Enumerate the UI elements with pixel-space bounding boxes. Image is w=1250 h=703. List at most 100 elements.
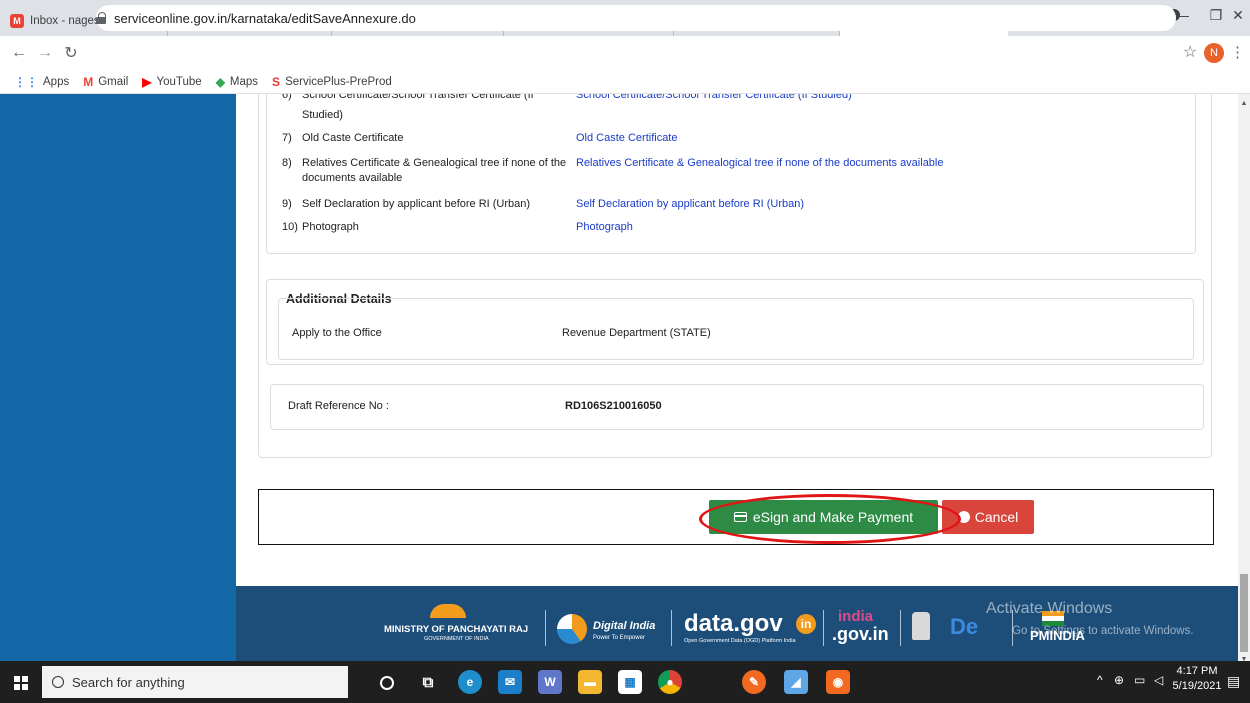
document-name-text: Photograph: [302, 221, 359, 233]
panchayati-emblem-icon: [430, 604, 466, 618]
tray-volume-icon[interactable]: ◁: [1154, 673, 1163, 687]
bookmarks-bar: ⋮⋮ Apps M Gmail ▶ YouTube ◆ Maps S ServicePlus-Pr…: [0, 70, 1250, 94]
indiagov-top[interactable]: india: [838, 608, 873, 625]
datagov-in-icon: in: [796, 614, 816, 634]
task-view-icon[interactable]: ⧉: [416, 670, 440, 694]
notifications-icon[interactable]: ▤: [1227, 673, 1240, 690]
card-icon: [733, 512, 747, 522]
taskbar-search-input[interactable]: Search for anything: [42, 666, 348, 698]
document-row: 8) Relatives Certificate & Genealogical t…: [282, 156, 944, 184]
cortana-icon[interactable]: [380, 676, 394, 690]
footer-separator: [545, 610, 546, 646]
indiagov-logo[interactable]: .gov.in: [832, 624, 889, 645]
document-name: Relatives Certificate & Genealogical tre…: [302, 156, 582, 186]
panchayati-raj-logo[interactable]: MINISTRY OF PANCHAYATI RAJ: [384, 624, 528, 635]
bookmark-item[interactable]: S ServicePlus-PreProd: [272, 75, 392, 89]
bookmark-item[interactable]: ⋮⋮ Apps: [14, 75, 69, 89]
document-name-text: Relatives Certificate & Genealogical tre…: [302, 157, 567, 169]
bookmark-item[interactable]: ▶ YouTube: [142, 75, 201, 89]
app-icon[interactable]: W: [538, 670, 562, 694]
document-number: 10): [282, 221, 298, 233]
forward-icon[interactable]: →: [32, 44, 58, 62]
footer-separator: [823, 610, 824, 646]
apply-office-value: Revenue Department (STATE): [562, 327, 711, 339]
bookmark-icon: S: [272, 74, 281, 89]
cancel-button[interactable]: Cancel: [942, 500, 1034, 534]
bookmark-label: Maps: [229, 75, 259, 88]
datagov-sub: Open Government Data (OGD) Platform Indi…: [684, 638, 796, 644]
apply-office-label: Apply to the Office: [292, 327, 382, 339]
draft-reference-box: [270, 384, 1204, 430]
bookmark-icon: ▶: [142, 74, 152, 89]
document-name-text: Old Caste Certificate: [302, 132, 404, 144]
bookmark-label: YouTube: [156, 75, 202, 88]
document-row: 10) Photograph Photograph: [282, 220, 633, 235]
document-link[interactable]: Old Caste Certificate: [576, 131, 1176, 146]
document-link[interactable]: Relatives Certificate & Genealogical tre…: [576, 156, 1176, 171]
footer-separator: [900, 610, 901, 646]
bookmark-item[interactable]: ◆ Maps: [216, 75, 258, 89]
document-row: 7) Old Caste Certificate Old Caste Certifi…: [282, 131, 677, 146]
back-icon[interactable]: ←: [6, 44, 32, 62]
mail-icon[interactable]: ✉: [498, 670, 522, 694]
bookmark-icon: ◆: [215, 74, 225, 89]
bookmark-label: Gmail: [98, 75, 129, 88]
emblem-icon: [912, 612, 930, 640]
store-icon[interactable]: ▦: [618, 670, 642, 694]
document-name: Photograph: [302, 220, 582, 235]
tab-favicon-icon: M: [10, 14, 24, 28]
document-number: 7): [282, 132, 292, 144]
browser-toolbar: ← → ↻: [0, 36, 1250, 70]
draft-reference-label: Draft Reference No :: [288, 400, 389, 412]
panchayati-raj-sub: GOVERNMENT OF INDIA: [424, 636, 489, 642]
document-name: Old Caste Certificate: [302, 131, 582, 146]
dept-logo[interactable]: De: [950, 614, 978, 640]
browser-menu-icon[interactable]: ⋮: [1230, 43, 1245, 61]
document-link[interactable]: Photograph: [576, 220, 1176, 235]
address-bar[interactable]: serviceonline.gov.in/karnataka/editSaveA…: [96, 5, 1176, 31]
bookmark-icon: M: [83, 74, 94, 89]
bookmark-label: Apps: [43, 75, 70, 88]
app-orange-icon[interactable]: ✎: [742, 670, 766, 694]
lock-icon: [96, 12, 106, 24]
digital-india-logo[interactable]: Digital India: [593, 620, 655, 632]
document-row: 6) School Certificate/School Transfer Ce…: [282, 94, 852, 103]
digital-india-sub: Power To Empower: [593, 635, 645, 641]
document-number: 8): [282, 157, 292, 169]
digital-india-icon: [557, 614, 587, 644]
bookmark-item[interactable]: M Gmail: [83, 75, 128, 89]
windows-start-icon[interactable]: [14, 676, 28, 690]
file-explorer-icon[interactable]: ▬: [578, 670, 602, 694]
edge-icon[interactable]: e: [458, 670, 482, 694]
footer-separator: [671, 610, 672, 646]
cancel-icon: [957, 511, 970, 523]
esign-payment-button[interactable]: eSign and Make Payment: [709, 500, 938, 534]
app-camera-icon[interactable]: ◉: [826, 670, 850, 694]
draft-reference-value: RD106S210016050: [565, 400, 662, 412]
scroll-thumb[interactable]: [1240, 574, 1248, 652]
app-blue-icon[interactable]: ◢: [784, 670, 808, 694]
bookmark-star-icon[interactable]: ☆: [1183, 42, 1197, 62]
tray-network-icon[interactable]: ⊕: [1114, 673, 1124, 687]
reload-icon[interactable]: ↻: [58, 43, 84, 63]
search-icon: [52, 676, 64, 688]
document-number: 9): [282, 198, 292, 210]
bookmark-label: ServicePlus-PreProd: [285, 75, 392, 88]
scroll-up-icon[interactable]: ▲: [1238, 98, 1250, 110]
activate-windows-title: Activate Windows: [986, 600, 1113, 617]
document-link[interactable]: Self Declaration by applicant before RI …: [576, 197, 1176, 212]
additional-details-inner: [278, 298, 1194, 360]
tray-chevron-icon[interactable]: ^: [1097, 673, 1103, 687]
document-link[interactable]: School Certificate/School Transfer Certi…: [576, 94, 1176, 103]
chrome-icon[interactable]: ●: [658, 670, 682, 694]
document-name-text: Self Declaration by applicant before RI …: [302, 198, 531, 210]
datagov-logo[interactable]: data.gov: [684, 610, 783, 638]
taskbar-clock[interactable]: 4:17 PM 5/19/2021: [1172, 664, 1222, 694]
close-window-icon[interactable]: ✕: [1218, 0, 1250, 30]
bookmark-icon: ⋮⋮: [14, 74, 38, 89]
activate-windows-sub: Go to Settings to activate Windows.: [1012, 625, 1194, 637]
avatar[interactable]: N: [1204, 43, 1224, 63]
tray-battery-icon[interactable]: ▭: [1134, 673, 1145, 687]
page-content: 6) School Certificate/School Transfer Ce…: [0, 94, 1238, 661]
clock-date: 5/19/2021: [1172, 680, 1222, 692]
